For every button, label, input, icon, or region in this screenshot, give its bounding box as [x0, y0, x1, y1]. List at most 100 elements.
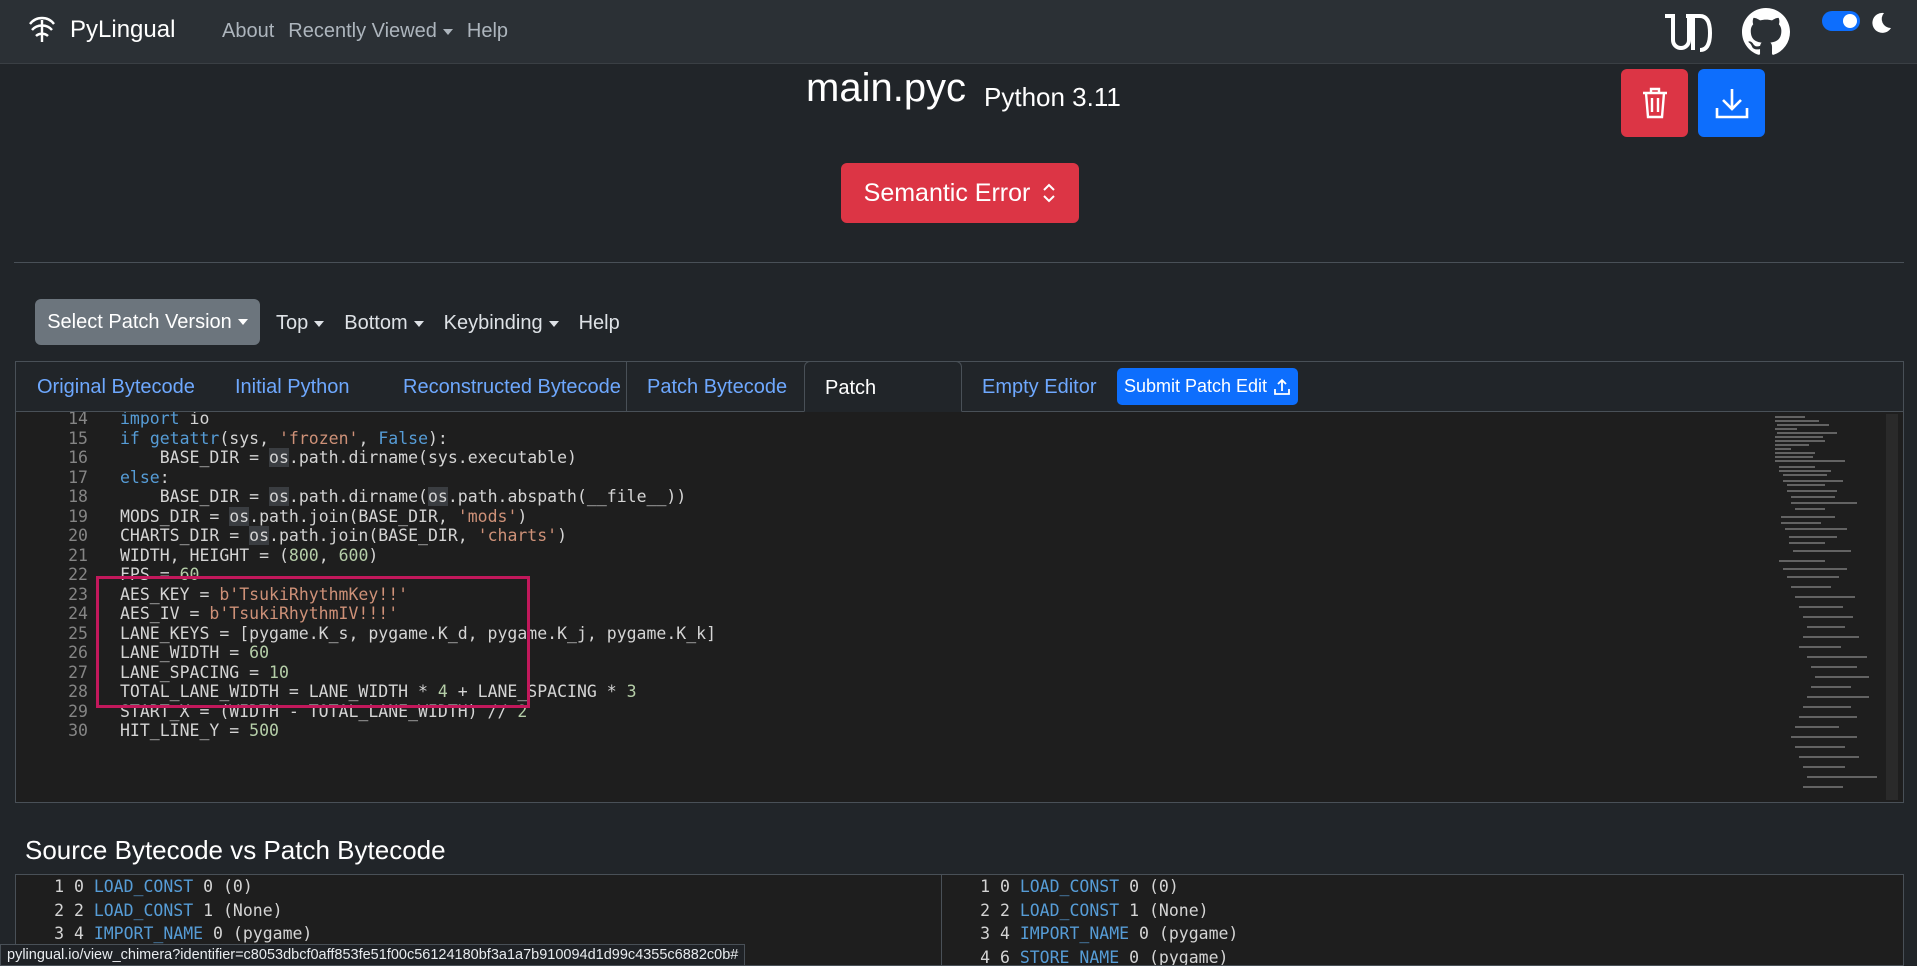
bottom-dropdown[interactable]: Bottom — [344, 312, 424, 335]
code-line[interactable]: MODS_DIR = os.path.join(BASE_DIR, 'mods'… — [120, 506, 527, 526]
bytecode-n: 2 — [980, 900, 990, 920]
bytecode-op: LOAD_CONST — [1019, 900, 1120, 920]
code-line[interactable]: if getattr(sys, 'frozen', False): — [120, 429, 448, 448]
nav-about-link[interactable]: About — [222, 20, 274, 43]
tab-original-bytecode[interactable]: Original Bytecode — [17, 361, 215, 412]
bytecode-off: 4 — [999, 924, 1010, 943]
bytecode-row: 3 4 IMPORT_NAME 0 (pygame) — [942, 924, 1238, 943]
code-line[interactable]: BASE_DIR = os.path.dirname(sys.executabl… — [120, 448, 577, 467]
bytecode-arg: 0 (pygame) — [1129, 947, 1229, 966]
chevron-up-down-icon — [1043, 183, 1056, 203]
line-number: 21 — [68, 545, 88, 565]
trash-icon — [1642, 87, 1667, 119]
patch-bytecode-pane[interactable]: 1 0 LOAD_CONST 0 (0) 2 2 LOAD_CONST 1 (No… — [941, 874, 1904, 966]
submit-patch-edit-button[interactable]: Submit Patch Edit — [1117, 368, 1298, 405]
delete-button[interactable] — [1621, 69, 1688, 137]
theme-toggle[interactable] — [1822, 11, 1860, 31]
utd-logo-icon[interactable] — [1662, 8, 1712, 58]
bytecode-off: 0 — [999, 877, 1010, 896]
download-button[interactable] — [1698, 69, 1765, 137]
chevron-down-icon — [314, 320, 325, 327]
upload-icon — [1274, 378, 1290, 395]
submit-patch-edit-label: Submit Patch Edit — [1123, 376, 1268, 396]
bytecode-row: 3 4 IMPORT_NAME 0 (pygame) — [16, 924, 312, 943]
python-version: Python 3.11 — [984, 82, 1121, 112]
line-number: 14 — [68, 412, 88, 428]
chevron-down-icon — [413, 320, 424, 327]
bytecode-off: 6 — [999, 947, 1010, 966]
line-number: 17 — [68, 467, 88, 487]
file-title: main.pyc — [806, 66, 967, 110]
code-line[interactable]: BASE_DIR = os.path.dirname(os.path.abspa… — [120, 487, 686, 506]
moon-icon — [1872, 12, 1891, 33]
download-icon — [1715, 89, 1748, 119]
status-url: pylingual.io/view_chimera?identifier=c80… — [0, 944, 746, 966]
tab-initial-python[interactable]: Initial Python — [215, 361, 370, 412]
bytecode-arg: 0 (0) — [1129, 877, 1179, 896]
bytecode-row: 2 2 LOAD_CONST 1 (None) — [942, 901, 1209, 920]
line-number: 25 — [68, 623, 88, 643]
tab-reconstructed-bytecode[interactable]: Reconstructed Bytecode — [383, 361, 641, 412]
keybinding-dropdown[interactable]: Keybinding — [444, 312, 559, 335]
nav-help-link[interactable]: Help — [467, 20, 508, 43]
bytecode-off: 4 — [73, 924, 84, 943]
select-patch-version-dropdown[interactable]: Select Patch Version — [35, 299, 260, 345]
bytecode-op: IMPORT_NAME — [93, 924, 204, 943]
divider — [14, 262, 1904, 263]
github-icon[interactable] — [1742, 8, 1790, 56]
code-line[interactable]: import io — [120, 412, 209, 428]
toolbar-help-link[interactable]: Help — [579, 312, 620, 335]
code-line[interactable]: WIDTH, HEIGHT = (800, 600) — [120, 546, 378, 565]
bytecode-arg: 1 (None) — [1129, 900, 1209, 920]
tab-patch-bytecode[interactable]: Patch Bytecode — [626, 361, 807, 412]
line-number: 29 — [68, 701, 88, 721]
line-number: 26 — [68, 643, 88, 662]
line-number: 22 — [68, 565, 88, 584]
code-line[interactable]: else: — [120, 468, 170, 487]
top-label: Top — [276, 312, 309, 334]
line-number: 16 — [68, 448, 88, 467]
bytecode-op: STORE_NAME — [1019, 947, 1120, 966]
editor-scrollbar[interactable] — [1886, 414, 1898, 800]
line-number: 20 — [68, 526, 88, 545]
code-line[interactable]: CHARTS_DIR = os.path.join(BASE_DIR, 'cha… — [120, 526, 567, 545]
bytecode-row: 1 0 LOAD_CONST 0 (0) — [942, 877, 1179, 896]
bytecode-arg: 0 (pygame) — [1139, 924, 1239, 943]
line-number: 30 — [68, 721, 88, 740]
chevron-down-icon — [442, 28, 453, 35]
nav-recently-viewed-dropdown[interactable]: Recently Viewed — [288, 20, 453, 43]
bytecode-op: LOAD_CONST — [1019, 877, 1120, 896]
brand-label: PyLingual — [70, 16, 176, 43]
brand[interactable]: PyLingual — [26, 14, 175, 46]
line-number: 18 — [68, 487, 88, 506]
bytecode-op: LOAD_CONST — [93, 900, 194, 920]
minimap[interactable] — [1773, 414, 1883, 800]
bytecode-op: IMPORT_NAME — [1019, 924, 1130, 943]
bytecode-off: 0 — [73, 877, 84, 896]
bytecode-n: 4 — [980, 947, 990, 966]
code-line[interactable]: HIT_LINE_Y = 500 — [120, 721, 279, 740]
compare-heading: Source Bytecode vs Patch Bytecode — [25, 835, 446, 865]
line-number: 24 — [68, 604, 88, 623]
top-dropdown[interactable]: Top — [276, 312, 325, 335]
bytecode-row: 1 0 LOAD_CONST 0 (0) — [16, 877, 253, 896]
chevron-down-icon — [237, 319, 248, 325]
semantic-error-label: Semantic Error — [863, 178, 1031, 207]
bytecode-off: 2 — [73, 900, 84, 920]
bytecode-row: 4 6 STORE_NAME 0 (pygame) — [942, 948, 1228, 966]
tab-patch-python[interactable]: Patch Python — [804, 361, 962, 451]
bytecode-arg: 1 (None) — [203, 900, 283, 920]
tab-empty-editor[interactable]: Empty Editor — [962, 361, 1116, 412]
top-navbar: PyLingual About Recently Viewed Help — [0, 0, 1917, 64]
chevron-down-icon — [548, 320, 559, 327]
keybinding-label: Keybinding — [443, 312, 543, 334]
semantic-error-button[interactable]: Semantic Error — [841, 163, 1079, 223]
bytecode-off: 2 — [999, 900, 1010, 920]
bytecode-n: 2 — [54, 900, 64, 920]
select-patch-version-label: Select Patch Version — [47, 310, 232, 333]
bottom-label: Bottom — [344, 312, 408, 334]
bytecode-n: 1 — [980, 877, 990, 896]
bytecode-n: 3 — [54, 924, 64, 943]
tab-bar: Original Bytecode Initial Python Reconst… — [15, 361, 1904, 451]
pylingual-logo-icon — [29, 16, 55, 42]
